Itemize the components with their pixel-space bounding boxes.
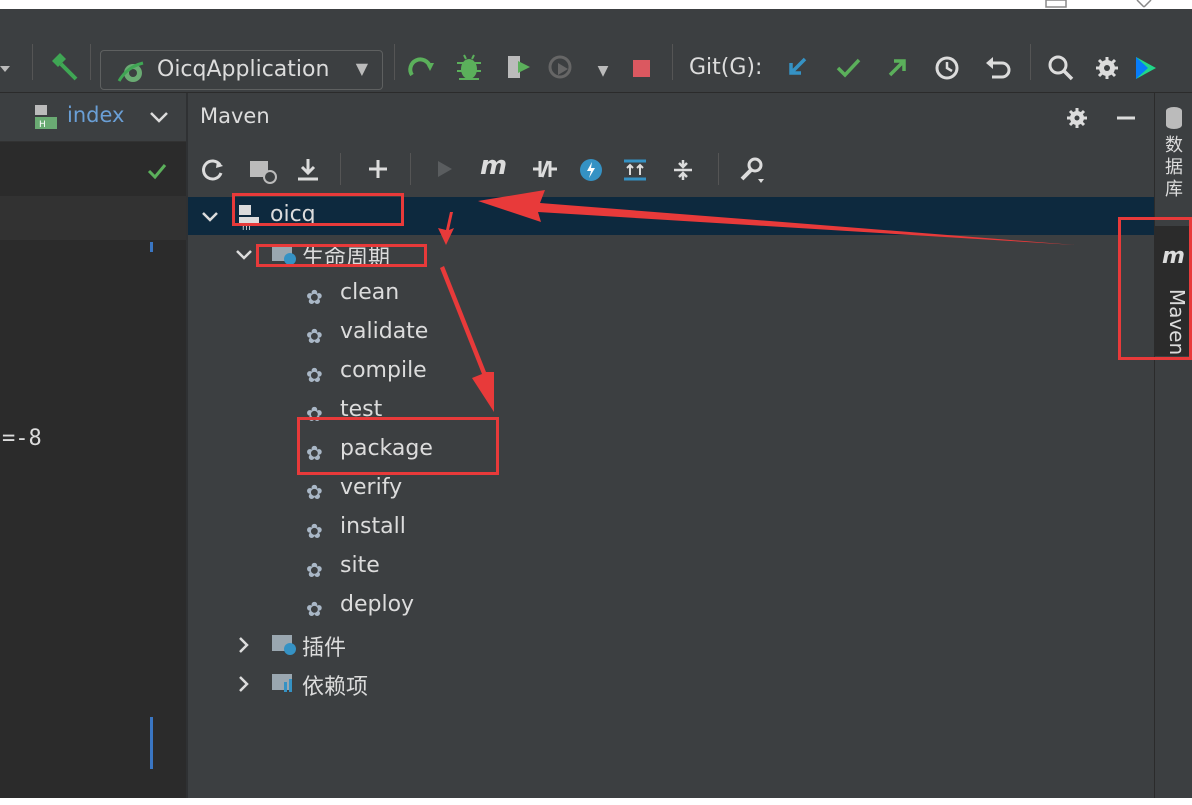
goal-gear-icon: ✿ xyxy=(306,519,323,543)
plugins-label: 插件 xyxy=(302,636,347,661)
coverage-icon[interactable] xyxy=(500,47,534,87)
goal-label: deploy xyxy=(340,592,415,617)
run-icon[interactable] xyxy=(432,157,458,183)
git-push-icon[interactable] xyxy=(882,51,912,85)
rerun-icon[interactable] xyxy=(404,47,438,87)
goal-gear-icon: ✿ xyxy=(306,480,323,504)
chevron-down-icon[interactable] xyxy=(234,245,254,263)
goal-label: validate xyxy=(340,319,429,344)
gutter-marker xyxy=(150,717,153,769)
maven-panel-header: Maven xyxy=(188,93,1154,141)
git-update-icon[interactable] xyxy=(783,51,813,85)
chevron-right-icon[interactable] xyxy=(234,635,254,653)
database-tab-label[interactable]: 数据库 xyxy=(1162,135,1186,201)
generate-sources-icon[interactable] xyxy=(246,155,280,185)
tree-node-plugins[interactable]: 插件 xyxy=(188,625,1154,663)
editor-tab-label[interactable]: index xyxy=(67,103,124,127)
annotation-box-package xyxy=(297,417,499,475)
execute-goal-icon[interactable]: m xyxy=(480,151,507,181)
annotation-box-lifecycle xyxy=(256,244,427,267)
goal-gear-icon: ✿ xyxy=(306,285,323,309)
goal-gear-icon: ✿ xyxy=(306,363,323,387)
dropdown-arrow-icon[interactable] xyxy=(0,9,20,92)
maven-panel-title: Maven xyxy=(200,104,270,128)
code-text: =-8 xyxy=(2,426,42,451)
git-commit-icon[interactable] xyxy=(833,51,863,85)
svg-text:H: H xyxy=(39,120,46,130)
bottom-strip xyxy=(0,798,1192,805)
annotation-box-maven-tab xyxy=(1118,217,1192,360)
html-file-icon: H xyxy=(35,105,57,130)
debug-icon[interactable] xyxy=(452,47,486,87)
chevron-down-icon: ▼ xyxy=(355,59,368,78)
gutter-marker xyxy=(150,242,153,252)
lifecycle-goal[interactable]: ✿ install xyxy=(188,510,1154,548)
profiler-icon[interactable] xyxy=(544,47,578,87)
run-configuration-label: OicqApplication xyxy=(157,57,330,82)
goal-label: install xyxy=(340,514,406,539)
lifecycle-goal[interactable]: ✿ validate xyxy=(188,315,1154,353)
toolbox-app-icon[interactable] xyxy=(1130,51,1160,85)
chevron-down-icon[interactable] xyxy=(200,207,220,225)
goal-label: clean xyxy=(340,280,400,305)
editor-current-line xyxy=(0,196,186,240)
dependencies-folder-icon xyxy=(272,674,292,692)
maven-project-tree: m oicq 生命周期 ✿ clean ✿ validate ✿ compile… xyxy=(188,197,1154,798)
annotation-box-project xyxy=(232,193,404,226)
search-icon[interactable] xyxy=(1046,51,1076,85)
lifecycle-goal[interactable]: ✿ compile xyxy=(188,354,1154,392)
plugins-folder-icon xyxy=(272,635,296,655)
code-editor[interactable]: =-8 xyxy=(0,142,186,798)
goal-label: verify xyxy=(340,475,403,500)
toggle-offline-icon[interactable] xyxy=(530,157,560,183)
stop-icon[interactable] xyxy=(630,57,654,81)
gear-icon[interactable] xyxy=(1064,105,1090,131)
rollback-icon[interactable] xyxy=(982,51,1012,85)
build-hammer-icon[interactable] xyxy=(44,47,82,87)
database-icon[interactable] xyxy=(1163,105,1185,131)
dependencies-label: 依赖项 xyxy=(302,675,369,700)
check-mark-icon xyxy=(147,164,167,180)
minimize-icon[interactable] xyxy=(1114,105,1140,131)
lifecycle-goal[interactable]: ✿ clean xyxy=(188,276,1154,314)
chevron-down-icon[interactable] xyxy=(148,107,170,127)
add-icon[interactable] xyxy=(366,157,392,183)
tree-node-dependencies[interactable]: 依赖项 xyxy=(188,664,1154,702)
collapse-all-icon[interactable] xyxy=(670,157,696,183)
lifecycle-goal[interactable]: ✿ deploy xyxy=(188,588,1154,626)
chevron-right-icon[interactable] xyxy=(234,674,254,692)
goal-gear-icon: ✿ xyxy=(306,558,323,582)
history-icon[interactable] xyxy=(932,51,962,85)
top-window-strip xyxy=(0,0,1192,9)
download-icon[interactable] xyxy=(294,155,324,185)
editor-tab-bar: H index xyxy=(0,93,186,142)
goal-label: compile xyxy=(340,358,427,383)
settings-gear-icon[interactable] xyxy=(1092,51,1122,85)
more-run-options-icon[interactable]: ▼ xyxy=(594,53,612,89)
lifecycle-goal[interactable]: ✿ verify xyxy=(188,471,1154,509)
run-configuration-dropdown[interactable]: OicqApplication ▼ xyxy=(100,50,383,90)
lifecycle-goal[interactable]: ✿ site xyxy=(188,549,1154,587)
goal-label: site xyxy=(340,553,380,578)
goal-gear-icon: ✿ xyxy=(306,597,323,621)
skip-tests-icon[interactable] xyxy=(578,157,604,183)
spring-app-icon xyxy=(117,61,144,82)
reload-icon[interactable] xyxy=(200,157,226,183)
maven-settings-wrench-icon[interactable] xyxy=(736,155,766,185)
show-dependencies-icon[interactable] xyxy=(620,157,650,183)
goal-gear-icon: ✿ xyxy=(306,324,323,348)
git-label: Git(G): xyxy=(689,55,763,80)
main-toolbar: OicqApplication ▼ ▼ Git(G): xyxy=(0,9,1192,93)
right-tool-window-bar: 数据库 m Maven xyxy=(1154,93,1192,798)
maven-toolbar: m xyxy=(188,141,1154,197)
